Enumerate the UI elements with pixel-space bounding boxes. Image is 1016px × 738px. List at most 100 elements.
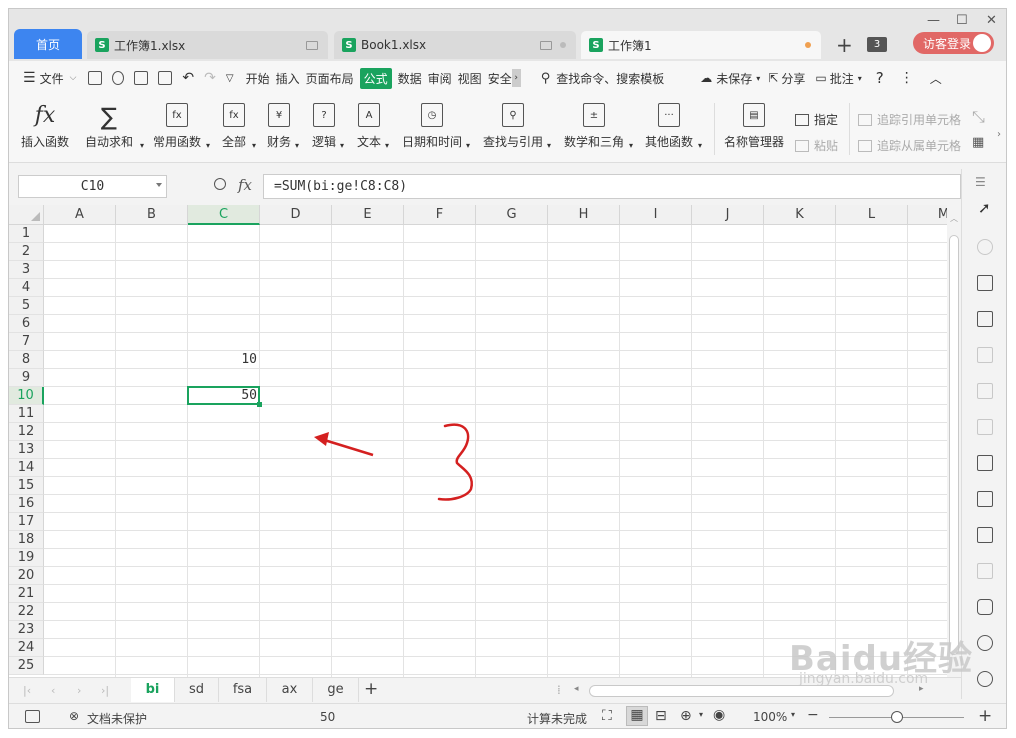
row-header-12[interactable]: 12 bbox=[9, 423, 44, 441]
tab-home[interactable]: 首页 bbox=[14, 29, 82, 59]
row-header-1[interactable]: 1 bbox=[9, 225, 44, 243]
sheet-tab-ax[interactable]: ax bbox=[267, 678, 313, 702]
macro-icon[interactable] bbox=[25, 710, 40, 723]
print-preview-icon[interactable] bbox=[158, 71, 173, 85]
chevron-down-icon[interactable]: ▾ bbox=[547, 141, 551, 150]
formula-input[interactable]: =SUM(bi:ge!C8:C8) bbox=[263, 174, 961, 199]
help-icon[interactable]: ? bbox=[876, 69, 884, 87]
chart-icon[interactable] bbox=[977, 347, 993, 363]
logic-button[interactable]: ? 逻辑 bbox=[312, 103, 336, 150]
row-header-6[interactable]: 6 bbox=[9, 315, 44, 333]
help-circle-icon[interactable] bbox=[977, 671, 993, 687]
datetime-button[interactable]: ◷ 日期和时间 bbox=[402, 103, 462, 150]
menu-formula[interactable]: 公式 bbox=[359, 67, 392, 89]
grid-apps-icon[interactable] bbox=[977, 311, 993, 327]
row-header-20[interactable]: 20 bbox=[9, 567, 44, 585]
chevron-down-icon[interactable]: ⌵ bbox=[70, 73, 77, 83]
row-header-21[interactable]: 21 bbox=[9, 585, 44, 603]
share-button[interactable]: 分享 bbox=[781, 70, 805, 87]
column-header-h[interactable]: H bbox=[548, 205, 620, 225]
menu-security[interactable]: 安全 bbox=[488, 70, 512, 87]
chevron-down-icon[interactable]: ▾ bbox=[385, 141, 389, 150]
normal-view-icon[interactable]: ▦ bbox=[626, 706, 648, 726]
eye-protection-icon[interactable]: ◉ bbox=[713, 707, 725, 723]
tab-doc-1[interactable]: S 工作簿1.xlsx bbox=[87, 31, 328, 59]
scroll-up-icon[interactable]: ︿ bbox=[950, 213, 958, 224]
row-header-14[interactable]: 14 bbox=[9, 459, 44, 477]
hamburger-icon[interactable]: ☰ bbox=[23, 70, 36, 86]
sheet-tab-bi[interactable]: bi bbox=[131, 678, 175, 702]
specify-button[interactable]: 指定 bbox=[795, 111, 838, 128]
remove-arrows-icon[interactable]: ⤡ bbox=[972, 107, 985, 127]
last-sheet-icon[interactable]: ›| bbox=[101, 684, 109, 697]
row-header-15[interactable]: 15 bbox=[9, 477, 44, 495]
trace-precedents-button[interactable]: 追踪引用单元格 bbox=[858, 111, 961, 128]
name-manager-button[interactable]: ▤ 名称管理器 bbox=[724, 103, 784, 150]
comment-button[interactable]: 批注 bbox=[830, 70, 854, 87]
row-header-11[interactable]: 11 bbox=[9, 405, 44, 423]
row-header-24[interactable]: 24 bbox=[9, 639, 44, 657]
next-sheet-icon[interactable]: › bbox=[77, 684, 81, 697]
column-header-k[interactable]: K bbox=[764, 205, 836, 225]
image-gallery-icon[interactable] bbox=[977, 455, 993, 471]
fill-handle[interactable] bbox=[257, 402, 262, 407]
zoom-level[interactable]: 100% bbox=[753, 710, 787, 724]
column-header-j[interactable]: J bbox=[692, 205, 764, 225]
share-out-icon[interactable] bbox=[977, 491, 993, 507]
chevron-down-icon[interactable]: ▾ bbox=[858, 74, 862, 83]
split-handle-icon[interactable]: ⁞ bbox=[557, 683, 561, 697]
row-header-2[interactable]: 2 bbox=[9, 243, 44, 261]
finance-button[interactable]: ¥ 财务 bbox=[267, 103, 291, 150]
tab-doc-3[interactable]: S 工作簿1 bbox=[581, 31, 821, 59]
collapse-ribbon-icon[interactable]: ︿ bbox=[930, 70, 942, 87]
fullscreen-icon[interactable]: ⛶ bbox=[602, 708, 612, 724]
column-header-d[interactable]: D bbox=[260, 205, 332, 225]
menu-review[interactable]: 审阅 bbox=[428, 70, 452, 87]
row-header-3[interactable]: 3 bbox=[9, 261, 44, 279]
row-header-9[interactable]: 9 bbox=[9, 369, 44, 387]
zoom-magnifier-icon[interactable] bbox=[214, 178, 226, 190]
quick-access-dropdown-icon[interactable]: ▽ bbox=[226, 73, 234, 84]
menu-insert[interactable]: 插入 bbox=[276, 70, 300, 87]
column-header-a[interactable]: A bbox=[44, 205, 116, 225]
chevron-down-icon[interactable]: ▾ bbox=[756, 74, 760, 83]
column-header-c[interactable]: C bbox=[188, 205, 260, 225]
archive-icon[interactable] bbox=[977, 527, 993, 543]
row-header-23[interactable]: 23 bbox=[9, 621, 44, 639]
row-header-19[interactable]: 19 bbox=[9, 549, 44, 567]
sheet-tab-ge[interactable]: ge bbox=[313, 678, 359, 702]
row-header-18[interactable]: 18 bbox=[9, 531, 44, 549]
insert-function-button[interactable]: fx 插入函数 bbox=[21, 103, 69, 150]
spreadsheet-grid[interactable]: ABCDEFGHIJKLM123456789101112131415161718… bbox=[9, 205, 947, 677]
settings-sliders-icon[interactable] bbox=[977, 383, 993, 399]
tab-count-badge[interactable]: 3 bbox=[867, 37, 887, 52]
reading-mode-icon[interactable]: ⊕ bbox=[680, 708, 692, 724]
zoom-out-icon[interactable]: − bbox=[807, 707, 819, 723]
history-icon[interactable] bbox=[977, 635, 993, 651]
column-header-g[interactable]: G bbox=[476, 205, 548, 225]
style-icon[interactable] bbox=[977, 275, 993, 291]
vertical-scroll-thumb[interactable] bbox=[949, 235, 959, 655]
column-header-i[interactable]: I bbox=[620, 205, 692, 225]
row-header-13[interactable]: 13 bbox=[9, 441, 44, 459]
common-functions-button[interactable]: fx 常用函数 bbox=[153, 103, 201, 150]
print-icon[interactable] bbox=[134, 71, 149, 85]
save-icon[interactable] bbox=[88, 71, 103, 85]
sheet-tab-fsa[interactable]: fsa bbox=[219, 678, 267, 702]
show-formula-icon[interactable]: ▦ bbox=[972, 135, 984, 150]
column-header-m[interactable]: M bbox=[908, 205, 947, 225]
row-header-25[interactable]: 25 bbox=[9, 657, 44, 675]
add-sheet-button[interactable]: + bbox=[364, 679, 378, 699]
math-button[interactable]: ± 数学和三角 bbox=[564, 103, 624, 150]
column-header-f[interactable]: F bbox=[404, 205, 476, 225]
chevron-down-icon[interactable]: ▾ bbox=[791, 710, 795, 719]
column-header-b[interactable]: B bbox=[116, 205, 188, 225]
chevron-down-icon[interactable]: ▾ bbox=[206, 141, 210, 150]
format-painter-icon[interactable] bbox=[112, 71, 125, 85]
chevron-down-icon[interactable]: ▾ bbox=[340, 141, 344, 150]
chevron-down-icon[interactable]: ▾ bbox=[252, 141, 256, 150]
select-all-corner[interactable] bbox=[9, 205, 44, 225]
row-header-5[interactable]: 5 bbox=[9, 297, 44, 315]
picture-icon[interactable] bbox=[977, 563, 993, 579]
row-header-4[interactable]: 4 bbox=[9, 279, 44, 297]
